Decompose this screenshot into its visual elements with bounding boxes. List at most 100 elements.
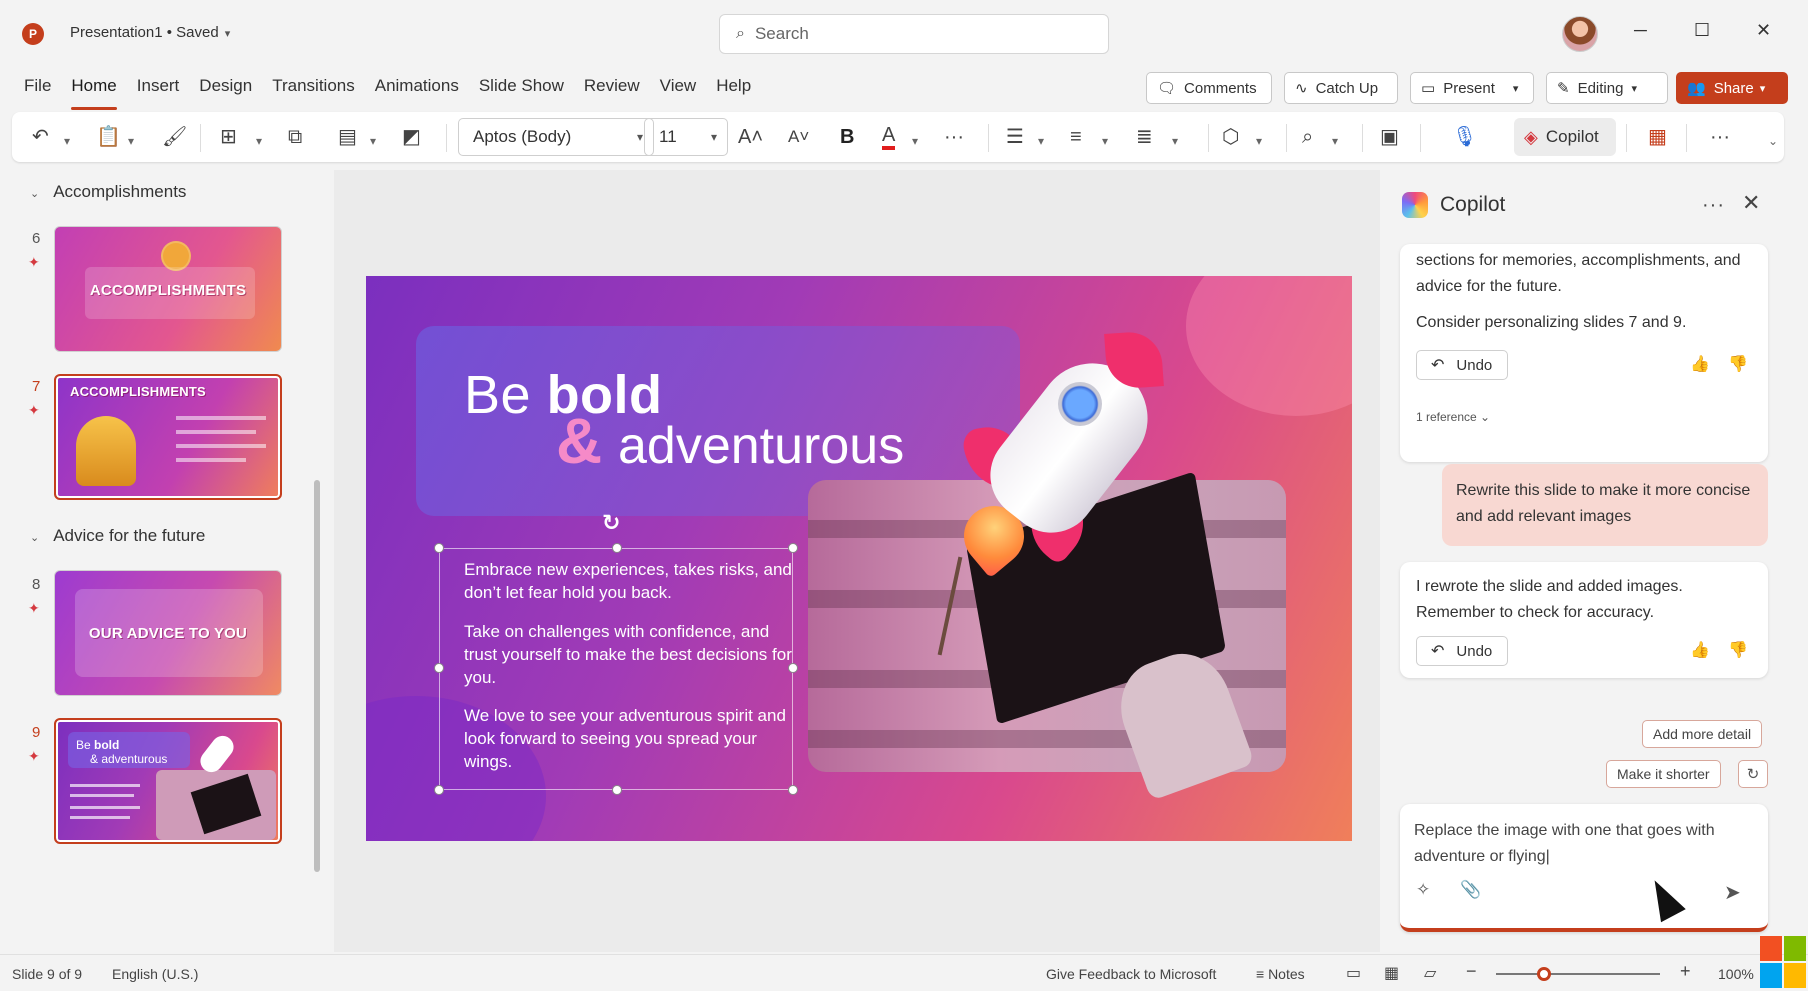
refresh-suggestions-icon[interactable]: ↻ (1738, 760, 1768, 788)
slide-sorter-icon[interactable]: ▦ (1384, 963, 1399, 983)
section-header-accomplishments[interactable]: ⌄ Accomplishments (30, 182, 186, 202)
zoom-level[interactable]: 100% (1718, 966, 1754, 982)
slide-thumbnail-7[interactable]: ACCOMPLISHMENTS (54, 374, 282, 500)
thumbs-down-icon[interactable]: 👎 (1728, 640, 1748, 660)
decrease-font-icon[interactable]: A˅ (788, 124, 809, 150)
suggestion-make-it-shorter[interactable]: Make it shorter (1606, 760, 1721, 788)
thumbs-up-icon[interactable]: 👍 (1690, 354, 1710, 374)
bullets-icon[interactable]: ☰ (1006, 124, 1024, 150)
format-painter-icon[interactable]: 🖌 (162, 124, 187, 150)
font-size-select[interactable]: 11 ▾ (644, 118, 728, 156)
reuse-slides-icon[interactable]: ⧉ (288, 124, 302, 150)
comments-button[interactable]: 🗨 Comments (1146, 72, 1272, 104)
slide-thumbnail-6[interactable]: ACCOMPLISHMENTS (54, 226, 282, 352)
undo-button[interactable]: ↶ Undo (1416, 350, 1508, 380)
undo-icon[interactable]: ↶ (32, 124, 49, 150)
present-button[interactable]: ▭ Present ▾ (1410, 72, 1534, 104)
chevron-down-icon[interactable]: ▾ (370, 128, 376, 154)
chevron-down-icon[interactable]: ▾ (128, 128, 134, 154)
thumbnails-scrollbar[interactable] (314, 480, 320, 872)
undo-button[interactable]: ↶ Undo (1416, 636, 1508, 666)
more-options-icon[interactable]: ··· (1710, 124, 1730, 150)
background-icon[interactable]: ◩ (402, 124, 421, 150)
slide-thumbnail-9[interactable]: Be bold & adventurous (54, 718, 282, 844)
normal-view-icon[interactable]: ▭ (1346, 963, 1361, 983)
slide-body-paragraph[interactable]: Take on challenges with confidence, and … (464, 620, 794, 689)
chevron-down-icon[interactable]: ▾ (912, 128, 918, 154)
editing-mode-button[interactable]: ✎ Editing ▾ (1546, 72, 1668, 104)
tab-view[interactable]: View (660, 76, 697, 104)
resize-handle[interactable] (612, 785, 622, 795)
new-slide-icon[interactable]: ⊞ (220, 124, 237, 150)
language-indicator[interactable]: English (U.S.) (112, 966, 198, 982)
chevron-down-icon[interactable]: ▾ (256, 128, 262, 154)
tab-review[interactable]: Review (584, 76, 640, 104)
catch-up-button[interactable]: ∿ Catch Up (1284, 72, 1398, 104)
rotate-handle-icon[interactable]: ↻ (602, 510, 620, 536)
thumbs-up-icon[interactable]: 👍 (1690, 640, 1710, 660)
avatar[interactable] (1562, 16, 1598, 52)
resize-handle[interactable] (788, 785, 798, 795)
reading-view-icon[interactable]: ▱ (1424, 963, 1436, 983)
sparkle-prompts-icon[interactable]: ✧ (1416, 880, 1430, 900)
chevron-down-icon[interactable]: ▾ (64, 128, 70, 154)
tab-file[interactable]: File (24, 76, 51, 104)
resize-handle[interactable] (612, 543, 622, 553)
notes-button[interactable]: ≡ Notes (1256, 966, 1305, 982)
font-color-icon[interactable]: A (882, 124, 896, 150)
resize-handle[interactable] (434, 785, 444, 795)
find-icon[interactable]: ⌕ (1302, 124, 1313, 150)
tab-slide-show[interactable]: Slide Show (479, 76, 564, 104)
zoom-slider-knob[interactable] (1537, 967, 1551, 981)
font-name-select[interactable]: Aptos (Body) ▾ (458, 118, 654, 156)
attach-icon[interactable]: 📎 (1460, 880, 1481, 900)
send-icon[interactable]: ➤ (1724, 880, 1741, 905)
tab-design[interactable]: Design (199, 76, 252, 104)
tab-help[interactable]: Help (716, 76, 751, 104)
shapes-icon[interactable]: ⬡ (1222, 124, 1239, 150)
zoom-slider[interactable] (1496, 973, 1660, 975)
references-toggle[interactable]: 1 reference ⌄ (1416, 410, 1490, 424)
share-button[interactable]: 👥 Share ▾ (1676, 72, 1788, 104)
more-options-icon[interactable]: ··· (1702, 194, 1725, 217)
more-options-icon[interactable]: ··· (944, 124, 964, 150)
zoom-out-icon[interactable]: − (1466, 961, 1477, 982)
minimize-icon[interactable]: ─ (1634, 20, 1647, 41)
current-slide[interactable]: Be bold & adventurous ↻ Embrace new expe… (366, 276, 1352, 841)
chevron-down-icon[interactable]: ⌄ (1768, 128, 1778, 154)
feedback-link[interactable]: Give Feedback to Microsoft (1046, 966, 1216, 982)
slide-body-paragraph[interactable]: Embrace new experiences, takes risks, an… (464, 558, 794, 604)
document-title[interactable]: Presentation1 • Saved ▾ (70, 24, 230, 41)
apps-grid-icon[interactable]: ▦ (1648, 124, 1667, 150)
search-input[interactable]: ⌕ Search (719, 14, 1109, 54)
tab-animations[interactable]: Animations (375, 76, 459, 104)
increase-font-icon[interactable]: A˄ (738, 124, 763, 150)
copilot-button[interactable]: ◈ Copilot (1514, 118, 1616, 156)
zoom-in-icon[interactable]: + (1680, 961, 1691, 982)
chevron-down-icon[interactable]: ▾ (1102, 128, 1108, 154)
copilot-prompt-input[interactable]: Replace the image with one that goes wit… (1400, 804, 1768, 932)
align-icon[interactable]: ≣ (1136, 124, 1153, 150)
tab-home[interactable]: Home (71, 76, 118, 110)
paste-icon[interactable]: 📋 (96, 124, 121, 150)
suggestion-add-more-detail[interactable]: Add more detail (1642, 720, 1763, 748)
resize-handle[interactable] (434, 663, 444, 673)
chevron-down-icon[interactable]: ▾ (1332, 128, 1338, 154)
chevron-down-icon[interactable]: ▾ (1172, 128, 1178, 154)
chevron-down-icon[interactable]: ▾ (1256, 128, 1262, 154)
numbering-icon[interactable]: ≡ (1070, 124, 1082, 150)
slide-title-line2[interactable]: adventurous (618, 416, 904, 476)
layout-icon[interactable]: ▤ (338, 124, 357, 150)
slide-body-paragraph[interactable]: We love to see your adventurous spirit a… (464, 704, 794, 773)
tab-insert[interactable]: Insert (137, 76, 180, 104)
maximize-icon[interactable]: ☐ (1694, 20, 1710, 41)
close-icon[interactable]: ✕ (1756, 20, 1771, 41)
close-icon[interactable]: ✕ (1742, 190, 1760, 216)
section-header-advice[interactable]: ⌄ Advice for the future (30, 526, 205, 546)
chevron-down-icon[interactable]: ▾ (1038, 128, 1044, 154)
bold-button[interactable]: B (840, 124, 854, 150)
resize-handle[interactable] (434, 543, 444, 553)
microphone-icon[interactable]: 🎙 (1452, 124, 1477, 150)
tab-transitions[interactable]: Transitions (272, 76, 355, 104)
slide-thumbnail-8[interactable]: OUR ADVICE TO YOU (54, 570, 282, 696)
